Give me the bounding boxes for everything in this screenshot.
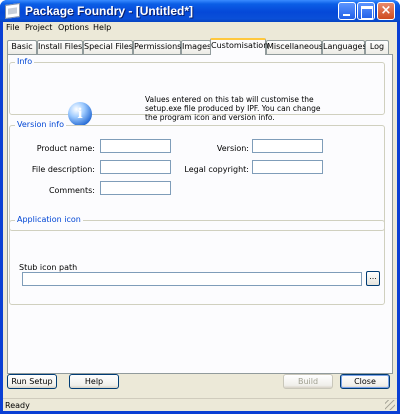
app-icon[interactable] [5,2,20,20]
close-button[interactable]: Close [340,374,390,389]
browse-button[interactable]: ... [366,271,380,286]
info-icon: i [68,102,92,126]
tab-permissions[interactable]: Permissions [133,40,181,54]
stub-icon-path-label: Stub icon path [19,263,78,272]
tab-images[interactable]: Images [181,40,211,54]
legal-copyright-field[interactable] [252,160,323,174]
menu-project[interactable]: Project [25,23,52,32]
file-description-label: File description: [31,165,95,174]
legal-copyright-label: Legal copyright: [184,165,249,174]
product-name-label: Product name: [36,144,95,153]
version-info-group-title: Version info [15,120,66,129]
menu-file[interactable]: File [6,23,19,32]
status-text: Ready [5,401,30,410]
minimize-button[interactable] [338,2,356,20]
menu-bar: File Project Options Help [3,22,397,34]
window-title: Package Foundry - [Untitled*] [25,4,194,18]
tab-special-files[interactable]: Special Files [83,40,133,54]
product-name-field[interactable] [100,139,171,153]
resize-grip-icon[interactable] [385,400,395,410]
file-description-field[interactable] [100,160,171,174]
build-button[interactable]: Build [283,374,333,389]
version-field[interactable] [252,139,323,153]
title-bar[interactable]: Package Foundry - [Untitled*] × [0,0,400,22]
menu-options[interactable]: Options [58,23,89,32]
tab-install-files[interactable]: Install Files [37,40,83,54]
menu-help[interactable]: Help [93,23,111,32]
comments-label: Comments: [48,186,95,195]
stub-icon-path-field[interactable] [22,272,362,286]
tab-basic[interactable]: Basic [7,40,37,54]
tab-languages[interactable]: Languages [322,40,367,54]
info-group-title: Info [15,57,35,66]
run-setup-button[interactable]: Run Setup [7,374,57,389]
maximize-button[interactable] [357,2,375,20]
tab-miscellaneous[interactable]: Miscellaneous [266,40,323,54]
version-label: Version: [216,144,249,153]
window-client-area: File Project Options Help Basic Install … [3,22,397,411]
tab-strip: Basic Install Files Special Files Permis… [7,38,393,55]
help-button[interactable]: Help [69,374,119,389]
app-window: Package Foundry - [Untitled*] × File Pro… [0,0,400,414]
tab-customisation[interactable]: Customisation [210,38,268,55]
status-bar: Ready [3,398,397,411]
info-text: Values entered on this tab will customis… [145,95,321,122]
application-icon-group-title: Application icon [15,215,83,224]
comments-field[interactable] [100,181,171,195]
close-window-button[interactable]: × [377,2,395,20]
tab-log[interactable]: Log [365,40,389,54]
